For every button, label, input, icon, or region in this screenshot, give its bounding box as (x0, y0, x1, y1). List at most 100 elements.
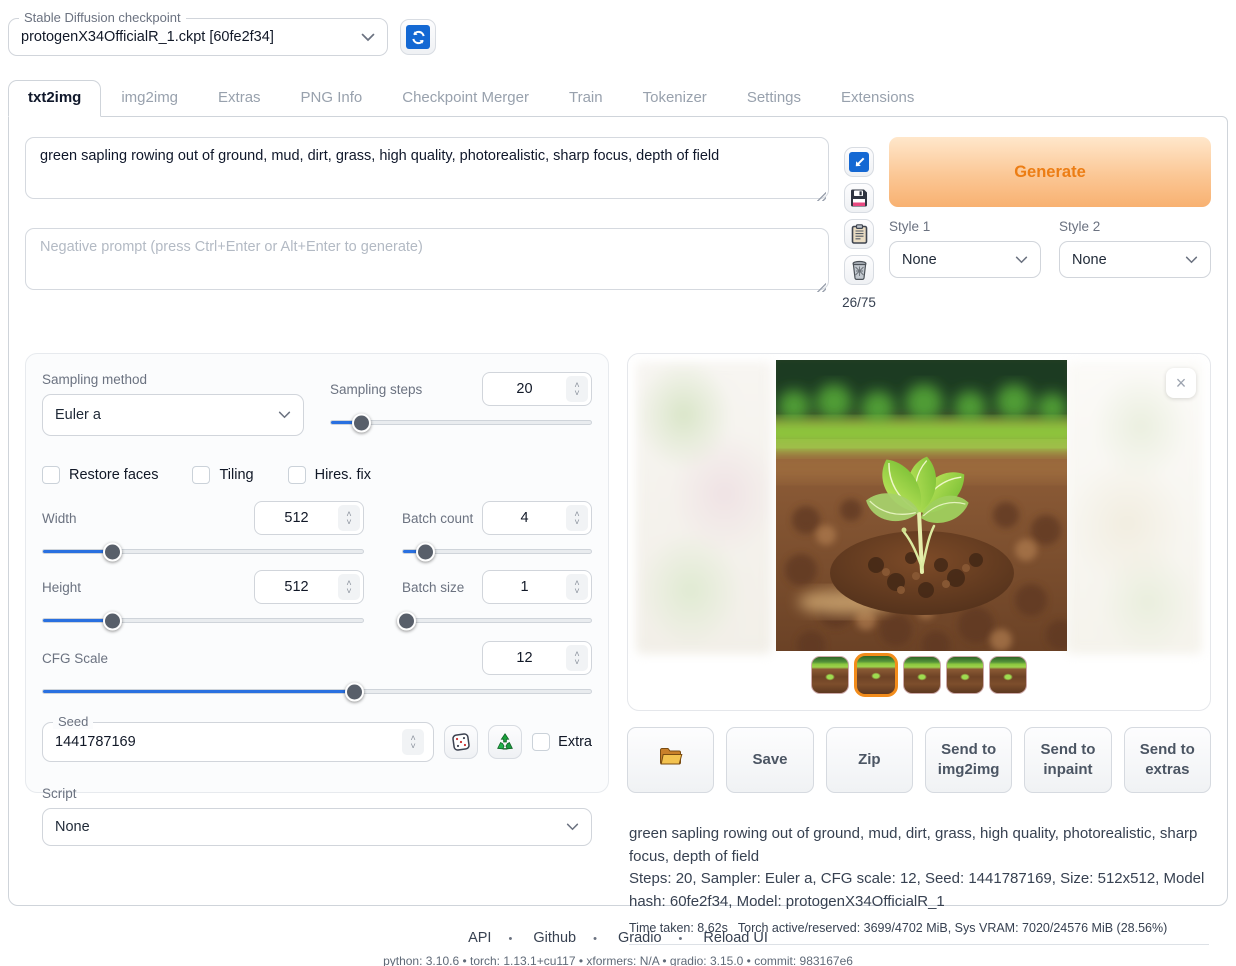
header: Stable Diffusion checkpoint protogenX34O… (0, 0, 1236, 56)
checkpoint-dropdown[interactable]: Stable Diffusion checkpoint protogenX34O… (8, 18, 388, 56)
chevron-down-icon (278, 411, 291, 419)
cfg-scale-input[interactable]: 12˄˅ (482, 641, 592, 675)
slider-thumb[interactable] (103, 542, 122, 561)
sprout-icon (915, 671, 929, 681)
batch-count-input[interactable]: 4˄˅ (482, 501, 592, 535)
stepper-arrows[interactable]: ˄˅ (402, 729, 424, 755)
tab-checkpoint-merger[interactable]: Checkpoint Merger (382, 80, 549, 116)
floppy-disk-icon (849, 188, 869, 208)
style1-dropdown[interactable]: None (889, 241, 1041, 278)
save-style-button[interactable] (844, 183, 874, 213)
seed-input[interactable]: Seed 1441787169 ˄˅ (42, 722, 434, 762)
thumbnail-strip (628, 653, 1210, 697)
gallery-peek-next (1066, 362, 1202, 654)
arrow-down-left-icon (849, 152, 869, 172)
batch-count-label: Batch count (402, 511, 482, 526)
tab-extras[interactable]: Extras (198, 80, 281, 116)
send-to-img2img-button[interactable]: Send to img2img (925, 727, 1012, 793)
batch-count-slider[interactable] (402, 549, 592, 554)
tab-png-info[interactable]: PNG Info (281, 80, 383, 116)
restore-faces-checkbox[interactable]: Restore faces (42, 466, 158, 484)
dice-icon (450, 731, 472, 753)
thumbnail-4[interactable] (946, 656, 984, 694)
checkpoint-value: protogenX34OfficialR_1.ckpt [60fe2f34] (21, 29, 361, 45)
stepper-arrows[interactable]: ˄˅ (566, 645, 588, 671)
batch-size-input[interactable]: 1˄˅ (482, 570, 592, 604)
close-gallery-button[interactable]: × (1166, 368, 1196, 398)
slider-thumb[interactable] (103, 611, 122, 630)
style2-label: Style 2 (1059, 219, 1211, 234)
stepper-arrows[interactable]: ˄˅ (338, 505, 360, 531)
zip-button[interactable]: Zip (826, 727, 913, 793)
style2-value: None (1072, 252, 1107, 268)
width-label: Width (42, 511, 254, 526)
footer-link-api[interactable]: API (459, 930, 500, 946)
generation-info: green sapling rowing out of ground, mud,… (627, 823, 1211, 945)
slider-thumb[interactable] (397, 611, 416, 630)
height-input[interactable]: 512˄˅ (254, 570, 364, 604)
send-to-extras-button[interactable]: Send to extras (1124, 727, 1211, 793)
save-button[interactable]: Save (726, 727, 813, 793)
stepper-arrows[interactable]: ˄˅ (566, 376, 588, 402)
reuse-seed-button[interactable] (488, 725, 522, 759)
sprout-icon (958, 671, 972, 681)
footer-link-gradio[interactable]: Gradio (609, 930, 671, 946)
script-dropdown[interactable]: None (42, 808, 592, 846)
script-label: Script (42, 786, 592, 801)
footer-versions: python: 3.10.6 • torch: 1.13.1+cu117 • x… (0, 954, 1236, 966)
prompt-input[interactable]: green sapling rowing out of ground, mud,… (25, 137, 829, 199)
clear-prompt-button[interactable] (844, 255, 874, 285)
thumbnail-1[interactable] (811, 656, 849, 694)
tab-extensions[interactable]: Extensions (821, 80, 934, 116)
tab-train[interactable]: Train (549, 80, 623, 116)
chevron-down-icon (1015, 256, 1028, 264)
sampling-steps-slider[interactable] (330, 420, 592, 425)
footer-link-github[interactable]: Github (524, 930, 585, 946)
folder-icon (659, 747, 683, 766)
token-counter: 26/75 (842, 295, 876, 310)
slider-thumb[interactable] (345, 682, 364, 701)
generate-button[interactable]: Generate (889, 137, 1211, 207)
footer-link-reload-ui[interactable]: Reload UI (694, 930, 776, 946)
sampling-method-dropdown[interactable]: Euler a (42, 394, 304, 436)
generated-image[interactable] (776, 360, 1067, 651)
tab-txt2img[interactable]: txt2img (8, 80, 101, 117)
recycle-icon (494, 731, 516, 753)
refresh-checkpoints-button[interactable] (400, 19, 436, 55)
style2-dropdown[interactable]: None (1059, 241, 1211, 278)
cfg-scale-slider[interactable] (42, 689, 592, 694)
batch-size-slider[interactable] (402, 618, 592, 623)
apply-style-button[interactable] (844, 219, 874, 249)
width-slider[interactable] (42, 549, 364, 554)
extra-seed-checkbox[interactable]: Extra (532, 733, 592, 751)
send-to-inpaint-button[interactable]: Send to inpaint (1024, 727, 1111, 793)
thumbnail-5[interactable] (989, 656, 1027, 694)
close-icon: × (1176, 373, 1187, 394)
sampling-steps-input[interactable]: 20 ˄˅ (482, 372, 592, 406)
negative-prompt-input[interactable] (25, 228, 829, 290)
thumbnail-3[interactable] (903, 656, 941, 694)
width-input[interactable]: 512˄˅ (254, 501, 364, 535)
stepper-arrows[interactable]: ˄˅ (566, 574, 588, 600)
thumbnail-2-selected[interactable] (854, 653, 898, 697)
clipboard-icon (850, 224, 869, 244)
sprout-icon (1001, 671, 1015, 681)
style1-value: None (902, 252, 937, 268)
tab-bar: txt2img img2img Extras PNG Info Checkpoi… (8, 80, 1236, 116)
slider-thumb[interactable] (352, 413, 371, 432)
random-seed-button[interactable] (444, 725, 478, 759)
paste-generation-params-button[interactable] (844, 147, 874, 177)
hires-fix-checkbox[interactable]: Hires. fix (288, 466, 371, 484)
generation-info-params: Steps: 20, Sampler: Euler a, CFG scale: … (629, 868, 1209, 913)
tab-tokenizer[interactable]: Tokenizer (623, 80, 727, 116)
stepper-arrows[interactable]: ˄˅ (338, 574, 360, 600)
tiling-checkbox[interactable]: Tiling (192, 466, 253, 484)
dot-separator: • (585, 933, 605, 945)
slider-thumb[interactable] (416, 542, 435, 561)
tab-settings[interactable]: Settings (727, 80, 821, 116)
gallery-peek-previous (636, 362, 772, 654)
tab-img2img[interactable]: img2img (101, 80, 198, 116)
stepper-arrows[interactable]: ˄˅ (566, 505, 588, 531)
open-folder-button[interactable] (627, 727, 714, 793)
height-slider[interactable] (42, 618, 364, 623)
